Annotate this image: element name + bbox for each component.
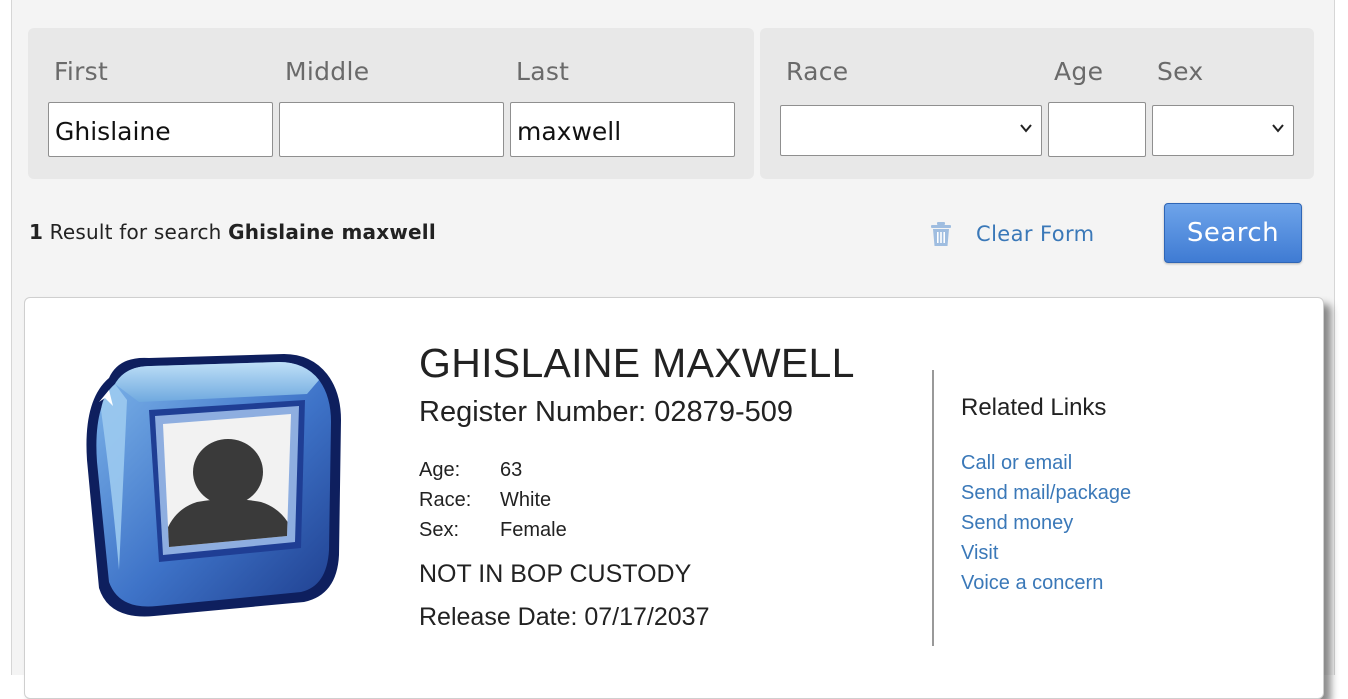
sex-label: Sex — [1157, 57, 1204, 86]
sex-key: Sex: — [419, 519, 460, 541]
race-select[interactable] — [780, 105, 1042, 156]
link-send-mail-package[interactable]: Send mail/package — [961, 478, 1131, 508]
age-input[interactable] — [1048, 102, 1146, 157]
results-count: 1 — [29, 220, 44, 244]
chevron-down-icon — [1020, 124, 1032, 133]
results-query: Ghislaine maxwell — [228, 220, 436, 244]
results-text: Result for search — [43, 220, 229, 244]
name-search-panel: First Middle Last — [28, 28, 754, 179]
sex-select[interactable] — [1152, 105, 1294, 156]
race-row: Race: White — [419, 485, 567, 515]
first-name-label: First — [54, 57, 109, 86]
race-value: White — [500, 489, 552, 511]
related-links-list: Call or email Send mail/package Send mon… — [961, 448, 1131, 598]
age-row: Age: 63 — [419, 455, 567, 485]
race-key: Race: — [419, 489, 472, 511]
page: First Middle Last Race Age Sex 1 Result … — [11, 0, 1335, 699]
link-call-or-email[interactable]: Call or email — [961, 448, 1131, 478]
results-summary: 1 Result for search Ghislaine maxwell — [29, 220, 436, 244]
inmate-details: Age: 63 Race: White Sex: Female — [419, 455, 567, 545]
divider — [932, 370, 934, 646]
age-value: 63 — [500, 459, 523, 481]
clear-form-button[interactable]: Clear Form — [930, 216, 1095, 252]
inmate-result-card: GHISLAINE MAXWELL Register Number: 02879… — [24, 297, 1324, 699]
race-label: Race — [786, 57, 849, 86]
sex-value: Female — [500, 519, 567, 541]
first-name-input[interactable] — [48, 102, 273, 157]
link-send-money[interactable]: Send money — [961, 508, 1131, 538]
person-placeholder-icon — [86, 354, 341, 617]
link-visit[interactable]: Visit — [961, 538, 1131, 568]
last-name-input[interactable] — [510, 102, 735, 157]
demographics-search-panel: Race Age Sex — [760, 28, 1314, 179]
register-number: Register Number: 02879-509 — [419, 396, 793, 428]
clear-form-label: Clear Form — [976, 222, 1095, 246]
custody-status: NOT IN BOP CUSTODY — [419, 560, 692, 588]
related-links-title: Related Links — [961, 394, 1107, 421]
age-label: Age — [1054, 57, 1104, 86]
middle-name-input[interactable] — [279, 102, 504, 157]
middle-name-label: Middle — [285, 57, 370, 86]
sex-row: Sex: Female — [419, 515, 567, 545]
trash-icon — [931, 222, 951, 246]
last-name-label: Last — [516, 57, 570, 86]
age-key: Age: — [419, 459, 461, 481]
link-voice-a-concern[interactable]: Voice a concern — [961, 568, 1131, 598]
search-button[interactable]: Search — [1164, 203, 1302, 263]
release-date: Release Date: 07/17/2037 — [419, 603, 710, 631]
chevron-down-icon — [1272, 124, 1284, 133]
inmate-name: GHISLAINE MAXWELL — [419, 340, 855, 386]
